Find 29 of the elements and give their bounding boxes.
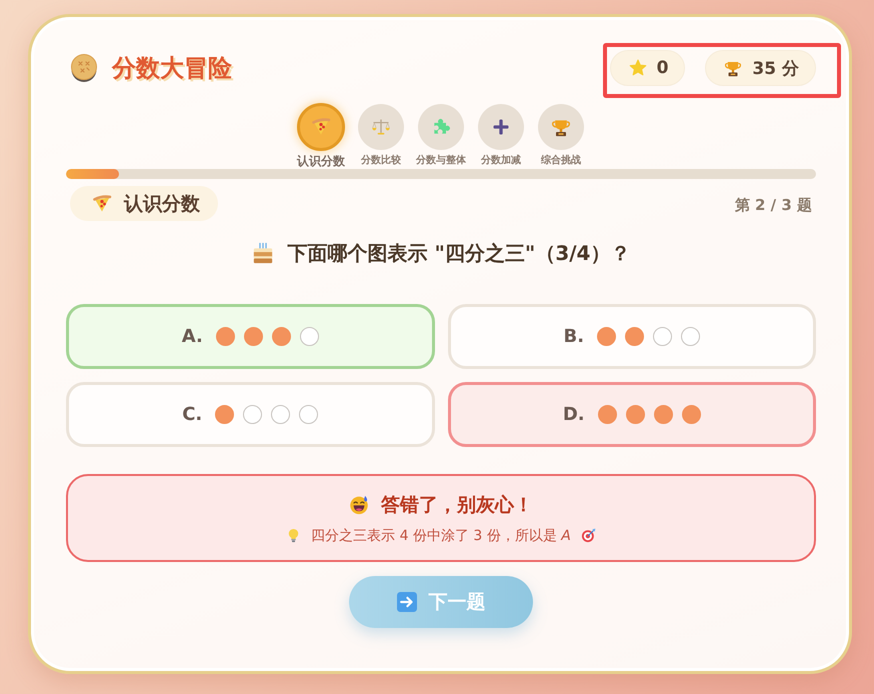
feedback-explanation: 四分之三表示 4 份中涂了 3 份，所以是 A: [311, 526, 571, 544]
question-text: 下面哪个图表示 "四分之三"（3/4）？: [288, 240, 630, 266]
answer-option[interactable]: A.: [66, 304, 434, 369]
answer-option[interactable]: D.: [448, 382, 816, 447]
points-total: 35 分: [752, 58, 799, 80]
pizza-icon: [297, 103, 345, 151]
level-tab[interactable]: 分数与整体: [411, 103, 471, 168]
level-tab[interactable]: 分数加减: [471, 103, 531, 168]
scales-icon: [358, 104, 404, 150]
cookie-icon: [70, 54, 98, 82]
grinning-sweat-face-icon: [349, 494, 369, 514]
level-tab[interactable]: 综合挑战: [531, 103, 591, 168]
level-tab[interactable]: 认识分数: [291, 103, 351, 168]
target-icon: [580, 528, 596, 543]
plus-icon: [478, 104, 524, 150]
answer-option[interactable]: B.: [448, 304, 816, 369]
star-count: 0: [656, 58, 668, 78]
question-counter: 第 2 / 3 题: [734, 196, 812, 215]
level-tab[interactable]: 分数比较: [351, 103, 411, 168]
answer-option[interactable]: C.: [66, 382, 434, 447]
pizza-icon: [92, 194, 112, 214]
feedback-title: 答错了，别灰心！: [381, 492, 533, 518]
topic-label: 认识分数: [124, 192, 200, 216]
star-icon: [628, 59, 647, 77]
puzzle-icon: [418, 104, 464, 150]
trophy-icon: [724, 59, 742, 77]
trophy-icon: [538, 104, 584, 150]
app-title: 分数大冒险: [112, 53, 232, 84]
cake-icon: [252, 242, 274, 264]
